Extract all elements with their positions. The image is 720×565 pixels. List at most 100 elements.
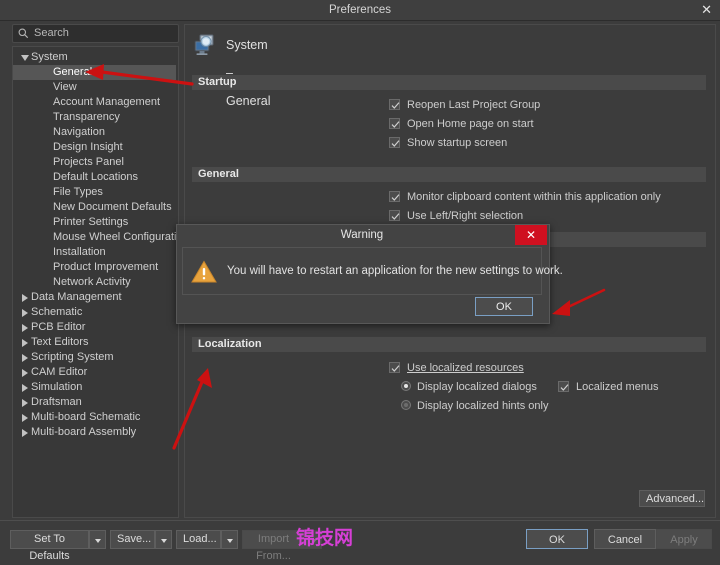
apply-button: Apply — [656, 529, 712, 549]
cancel-button[interactable]: Cancel — [594, 529, 656, 549]
sidebar-item-label: Product Improvement — [53, 261, 158, 273]
load-splitbutton[interactable]: Load... — [176, 530, 238, 549]
search-icon — [18, 28, 29, 39]
sidebar-item-transparency[interactable]: Transparency — [13, 110, 176, 125]
sidebar-item-design-insight[interactable]: Design Insight — [13, 140, 176, 155]
sidebar-item-printer-settings[interactable]: Printer Settings — [13, 215, 176, 230]
window-title: Preferences — [0, 0, 720, 20]
set-to-defaults-button[interactable]: Set To Defaults — [10, 530, 89, 549]
set-to-defaults-splitbutton[interactable]: Set To Defaults — [10, 530, 106, 549]
sidebar-item-label: Schematic — [31, 306, 82, 318]
sidebar-item-product-improvement[interactable]: Product Improvement — [13, 260, 176, 275]
sidebar-item-label: Simulation — [31, 381, 82, 393]
ok-button[interactable]: OK — [526, 529, 588, 549]
save-splitbutton[interactable]: Save... — [110, 530, 172, 549]
checkbox-label: Use Left/Right selection — [407, 209, 523, 223]
checkbox-box — [389, 118, 400, 129]
chevron-right-icon[interactable] — [21, 380, 30, 395]
sidebar-item-label: Default Locations — [53, 171, 138, 183]
chevron-right-icon[interactable] — [21, 425, 30, 440]
search-input[interactable]: Search — [12, 24, 179, 43]
warning-dialog: Warning ✕ You will have to restart an ap… — [176, 224, 550, 324]
save-button[interactable]: Save... — [110, 530, 155, 549]
checkbox-box — [389, 99, 400, 110]
group-header-localization: Localization — [192, 337, 706, 352]
sidebar-item-schematic[interactable]: Schematic — [13, 305, 176, 320]
search-placeholder: Search — [34, 25, 69, 42]
checkbox-box — [558, 381, 569, 392]
sidebar-item-network-activity[interactable]: Network Activity — [13, 275, 176, 290]
dialog-ok-button[interactable]: OK — [475, 297, 533, 316]
sidebar-item-cam-editor[interactable]: CAM Editor — [13, 365, 176, 380]
checkbox-box — [389, 362, 400, 373]
sidebar-item-label: PCB Editor — [31, 321, 85, 333]
bottom-toolbar: Set To Defaults Save... Load... Import F… — [0, 520, 720, 557]
sidebar-item-draftsman[interactable]: Draftsman — [13, 395, 176, 410]
checkbox-box — [389, 210, 400, 221]
advanced-button[interactable]: Advanced... — [639, 490, 705, 507]
sidebar-item-label: Installation — [53, 246, 106, 258]
left-panel: Search System GeneralViewAccount Manageme… — [6, 24, 179, 516]
sidebar-item-account-management[interactable]: Account Management — [13, 95, 176, 110]
sidebar-item-label: Mouse Wheel Configuration — [53, 231, 179, 243]
checkbox-label: Reopen Last Project Group — [407, 98, 540, 112]
chevron-down-icon — [161, 539, 167, 543]
dialog-message: You will have to restart an application … — [227, 248, 563, 294]
chevron-down-icon — [95, 539, 101, 543]
chevron-down-icon[interactable] — [21, 50, 30, 65]
set-to-defaults-dropdown-arrow[interactable] — [89, 530, 106, 549]
checkbox-label: Show startup screen — [407, 136, 507, 150]
chevron-right-icon[interactable] — [21, 305, 30, 320]
chevron-right-icon[interactable] — [21, 350, 30, 365]
sidebar-item-new-document-defaults[interactable]: New Document Defaults — [13, 200, 176, 215]
checkbox-label: Use localized resources — [407, 361, 524, 375]
sidebar-item-navigation[interactable]: Navigation — [13, 125, 176, 140]
chevron-right-icon[interactable] — [21, 320, 30, 335]
window-titlebar: Preferences ✕ — [0, 0, 720, 21]
load-button[interactable]: Load... — [176, 530, 221, 549]
sidebar-item-label: Multi-board Assembly — [31, 426, 136, 438]
sidebar-item-text-editors[interactable]: Text Editors — [13, 335, 176, 350]
chevron-right-icon[interactable] — [21, 365, 30, 380]
load-dropdown-arrow[interactable] — [221, 530, 238, 549]
sidebar-item-label: Printer Settings — [53, 216, 128, 228]
sidebar-item-installation[interactable]: Installation — [13, 245, 176, 260]
import-from-splitbutton: Import From... — [242, 530, 322, 549]
radio-label: Display localized dialogs — [417, 380, 537, 394]
save-dropdown-arrow[interactable] — [155, 530, 172, 549]
window-close-icon[interactable]: ✕ — [701, 0, 712, 20]
preferences-window: Preferences ✕ Search System GeneralViewAc… — [0, 0, 720, 556]
chevron-right-icon[interactable] — [21, 395, 30, 410]
chevron-right-icon[interactable] — [21, 290, 30, 305]
sidebar-item-default-locations[interactable]: Default Locations — [13, 170, 176, 185]
sidebar-item-scripting-system[interactable]: Scripting System — [13, 350, 176, 365]
sidebar-item-label: System — [31, 51, 68, 63]
sidebar-item-label: Scripting System — [31, 351, 114, 363]
sidebar-item-data-management[interactable]: Data Management — [13, 290, 176, 305]
sidebar-item-mouse-wheel-configuration[interactable]: Mouse Wheel Configuration — [13, 230, 176, 245]
radio-dot — [401, 381, 411, 391]
sidebar-item-general[interactable]: General — [13, 65, 176, 80]
dialog-close-icon[interactable]: ✕ — [515, 225, 547, 245]
sidebar-item-multi-board-schematic[interactable]: Multi-board Schematic — [13, 410, 176, 425]
checkbox-label: Localized menus — [576, 380, 659, 394]
warning-triangle-icon — [191, 260, 217, 284]
system-general-icon — [193, 33, 217, 57]
dialog-titlebar: Warning ✕ — [177, 225, 547, 245]
chevron-right-icon[interactable] — [21, 335, 30, 350]
page-title: System – General — [226, 31, 270, 115]
preferences-tree[interactable]: System GeneralViewAccount ManagementTrans… — [12, 46, 179, 518]
sidebar-item-system[interactable]: System — [13, 50, 176, 65]
sidebar-item-file-types[interactable]: File Types — [13, 185, 176, 200]
sidebar-item-label: CAM Editor — [31, 366, 87, 378]
sidebar-item-label: Draftsman — [31, 396, 82, 408]
sidebar-item-pcb-editor[interactable]: PCB Editor — [13, 320, 176, 335]
radio-dot — [401, 400, 411, 410]
dialog-button-row: OK — [177, 297, 547, 321]
sidebar-item-view[interactable]: View — [13, 80, 176, 95]
chevron-right-icon[interactable] — [21, 410, 30, 425]
sidebar-item-multi-board-assembly[interactable]: Multi-board Assembly — [13, 425, 176, 440]
sidebar-item-simulation[interactable]: Simulation — [13, 380, 176, 395]
dialog-title: Warning — [177, 225, 547, 245]
sidebar-item-projects-panel[interactable]: Projects Panel — [13, 155, 176, 170]
